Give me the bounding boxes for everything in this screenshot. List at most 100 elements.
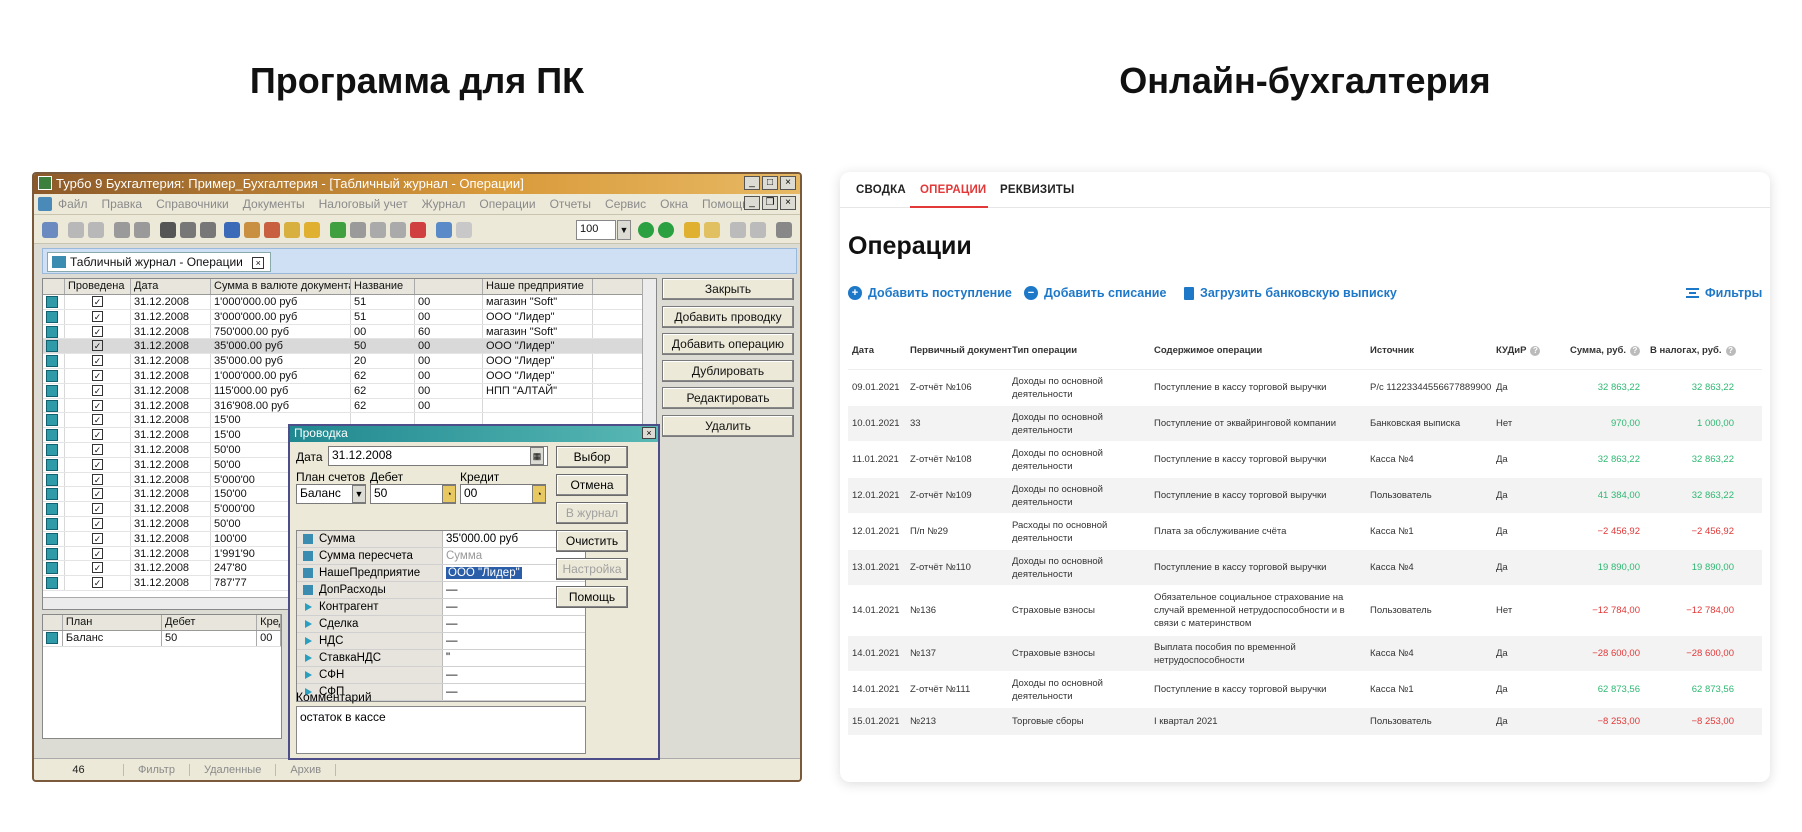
chevron-down-icon[interactable]: ▼ xyxy=(352,485,366,503)
menu-item-8[interactable]: Сервис xyxy=(605,197,646,211)
print-preview-icon[interactable] xyxy=(134,222,150,238)
property-row[interactable]: НашеПредприятие ООО "Лидер" xyxy=(297,565,585,582)
close-window-button[interactable]: × xyxy=(780,176,796,190)
grid-row[interactable]: ✓ 31.12.2008 750'000.00 руб 00 60 магазин "So… xyxy=(43,324,656,340)
posted-checkbox[interactable]: ✓ xyxy=(92,562,103,574)
filter-icon[interactable] xyxy=(200,222,216,238)
entries-column-header[interactable]: Дебет xyxy=(162,615,258,630)
posted-checkbox[interactable]: ✓ xyxy=(92,443,103,455)
arrow-right-icon[interactable] xyxy=(658,222,674,238)
chart-icon[interactable] xyxy=(224,222,240,238)
grid-column-header[interactable]: Наше предприятие xyxy=(483,279,593,294)
posted-checkbox[interactable]: ✓ xyxy=(92,414,103,426)
calendar-icon[interactable] xyxy=(456,222,472,238)
grid-column-header[interactable]: Проведена xyxy=(65,279,131,294)
redo-icon[interactable] xyxy=(750,222,766,238)
dialog-button-5[interactable]: Помощь xyxy=(556,586,628,608)
tab-table-journal[interactable]: Табличный журнал - Операции × xyxy=(47,252,272,272)
status-deleted[interactable]: Удаленные xyxy=(190,763,277,776)
paste-icon[interactable] xyxy=(88,222,104,238)
copy-icon[interactable] xyxy=(68,222,84,238)
entries-column-header[interactable]: Кред xyxy=(257,615,281,630)
posted-checkbox[interactable]: ✓ xyxy=(92,399,103,411)
journal-button-0[interactable]: Закрыть xyxy=(662,278,794,300)
table-row[interactable]: 12.01.2021 П/п №29 Расходы по основной дея… xyxy=(848,514,1762,550)
grid-row[interactable]: ✓ 31.12.2008 1'000'000.00 руб 51 00 магазин "… xyxy=(43,295,656,310)
zoom-select[interactable]: 100 xyxy=(576,220,616,240)
upload-bank-statement-button[interactable]: Загрузить банковскую выписку xyxy=(1184,286,1397,300)
menu-item-3[interactable]: Документы xyxy=(243,197,305,211)
notes-icon[interactable] xyxy=(704,222,720,238)
grid-column-header[interactable] xyxy=(43,279,65,294)
date-field[interactable]: 31.12.2008 xyxy=(328,446,548,466)
dialog-button-0[interactable]: Выбор xyxy=(556,446,628,468)
grid-row[interactable]: ✓ 31.12.2008 35'000.00 руб 50 00 ООО "Лидер" xyxy=(43,339,656,355)
child-close-button[interactable]: × xyxy=(780,196,796,210)
table-row[interactable]: 11.01.2021 Z-отчёт №108 Доходы по основной… xyxy=(848,442,1762,478)
folder-icon[interactable] xyxy=(684,222,700,238)
posted-checkbox[interactable]: ✓ xyxy=(92,577,103,589)
menu-item-2[interactable]: Справочники xyxy=(156,197,229,211)
grid-row[interactable]: ✓ 31.12.2008 35'000.00 руб 20 00 ООО "Лидер" xyxy=(43,354,656,369)
dialog-button-3[interactable]: Очистить xyxy=(556,530,628,552)
tag-icon[interactable] xyxy=(284,222,300,238)
add-icon[interactable] xyxy=(330,222,346,238)
table-row[interactable]: 14.01.2021 №136 Страховые взносы Обязательн… xyxy=(848,586,1762,636)
tab-operations[interactable]: ОПЕРАЦИИ xyxy=(920,184,986,196)
arrow-left-icon[interactable] xyxy=(638,222,654,238)
eraser-icon[interactable] xyxy=(264,222,280,238)
tab-requisites[interactable]: РЕКВИЗИТЫ xyxy=(1000,184,1074,196)
posted-checkbox[interactable]: ✓ xyxy=(92,458,103,470)
search-icon[interactable] xyxy=(160,222,176,238)
posted-checkbox[interactable]: ✓ xyxy=(92,429,103,441)
grid-column-header[interactable] xyxy=(415,279,483,294)
posted-checkbox[interactable]: ✓ xyxy=(92,503,103,515)
journal-button-2[interactable]: Добавить операцию xyxy=(662,333,794,355)
close-icon[interactable]: × xyxy=(252,257,265,269)
table-row[interactable]: 12.01.2021 Z-отчёт №109 Доходы по основной… xyxy=(848,478,1762,514)
table-row[interactable]: 09.01.2021 Z-отчёт №106 Доходы по основной… xyxy=(848,370,1762,406)
grid-column-header[interactable]: Сумма в валюте документа xyxy=(211,279,351,294)
journal-button-3[interactable]: Дублировать xyxy=(662,360,794,382)
column-header[interactable]: Дата xyxy=(848,345,906,356)
posted-checkbox[interactable]: ✓ xyxy=(92,310,103,322)
property-row[interactable]: СтавкаНДС " xyxy=(297,650,585,667)
table-row[interactable]: 14.01.2021 №137 Страховые взносы Выплата по… xyxy=(848,636,1762,672)
column-header[interactable]: Тип операции xyxy=(1008,345,1150,356)
menu-item-10[interactable]: Помощь xyxy=(702,197,748,211)
column-header[interactable]: В налогах, руб.? xyxy=(1646,345,1740,356)
calendar-icon[interactable]: ▦ xyxy=(530,447,544,465)
add-income-button[interactable]: + Добавить поступление xyxy=(848,286,1012,300)
grid-row[interactable]: ✓ 31.12.2008 3'000'000.00 руб 51 00 ООО "Лиде… xyxy=(43,309,656,325)
grid-row[interactable]: ✓ 31.12.2008 316'908.00 руб 62 00 xyxy=(43,398,656,414)
coin-icon[interactable] xyxy=(304,222,320,238)
table-row[interactable]: 13.01.2021 Z-отчёт №110 Доходы по основной… xyxy=(848,550,1762,586)
grid-column-header[interactable]: Название xyxy=(351,279,415,294)
property-row[interactable]: Сделка — xyxy=(297,616,585,633)
child-minimize-button[interactable]: _ xyxy=(744,196,760,210)
dialog-button-1[interactable]: Отмена xyxy=(556,474,628,496)
column-header[interactable]: Сумма, руб.? xyxy=(1564,345,1646,356)
menu-item-4[interactable]: Налоговый учет xyxy=(319,197,408,211)
posted-checkbox[interactable]: ✓ xyxy=(92,340,103,352)
lookup-icon[interactable]: ◔ xyxy=(442,485,456,503)
property-row[interactable]: НДС — xyxy=(297,633,585,650)
menu-item-0[interactable]: Файл xyxy=(58,197,88,211)
posted-checkbox[interactable]: ✓ xyxy=(92,532,103,544)
delete-icon[interactable] xyxy=(410,222,426,238)
status-archive[interactable]: Архив xyxy=(276,763,337,776)
column-header[interactable]: КУДиР? xyxy=(1492,345,1564,356)
grid-row[interactable]: ✓ 31.12.2008 115'000.00 руб 62 00 НПП "АЛТАЙ" xyxy=(43,383,656,399)
property-row[interactable]: СФН — xyxy=(297,667,585,684)
minus-icon[interactable] xyxy=(390,222,406,238)
filters-button[interactable]: Фильтры xyxy=(1686,286,1762,300)
print-icon[interactable] xyxy=(114,222,130,238)
grid-column-header[interactable]: Дата xyxy=(131,279,211,294)
chevron-down-icon[interactable]: ▼ xyxy=(617,220,631,240)
posted-checkbox[interactable]: ✓ xyxy=(92,369,103,381)
dialog-button-2[interactable]: В журнал xyxy=(556,502,628,524)
grid-row[interactable]: ✓ 31.12.2008 1'000'000.00 руб 62 00 ООО "Лиде… xyxy=(43,368,656,384)
property-row[interactable]: Сумма пересчета Сумма xyxy=(297,548,585,565)
journal-button-5[interactable]: Удалить xyxy=(662,415,794,437)
find-next-icon[interactable] xyxy=(180,222,196,238)
